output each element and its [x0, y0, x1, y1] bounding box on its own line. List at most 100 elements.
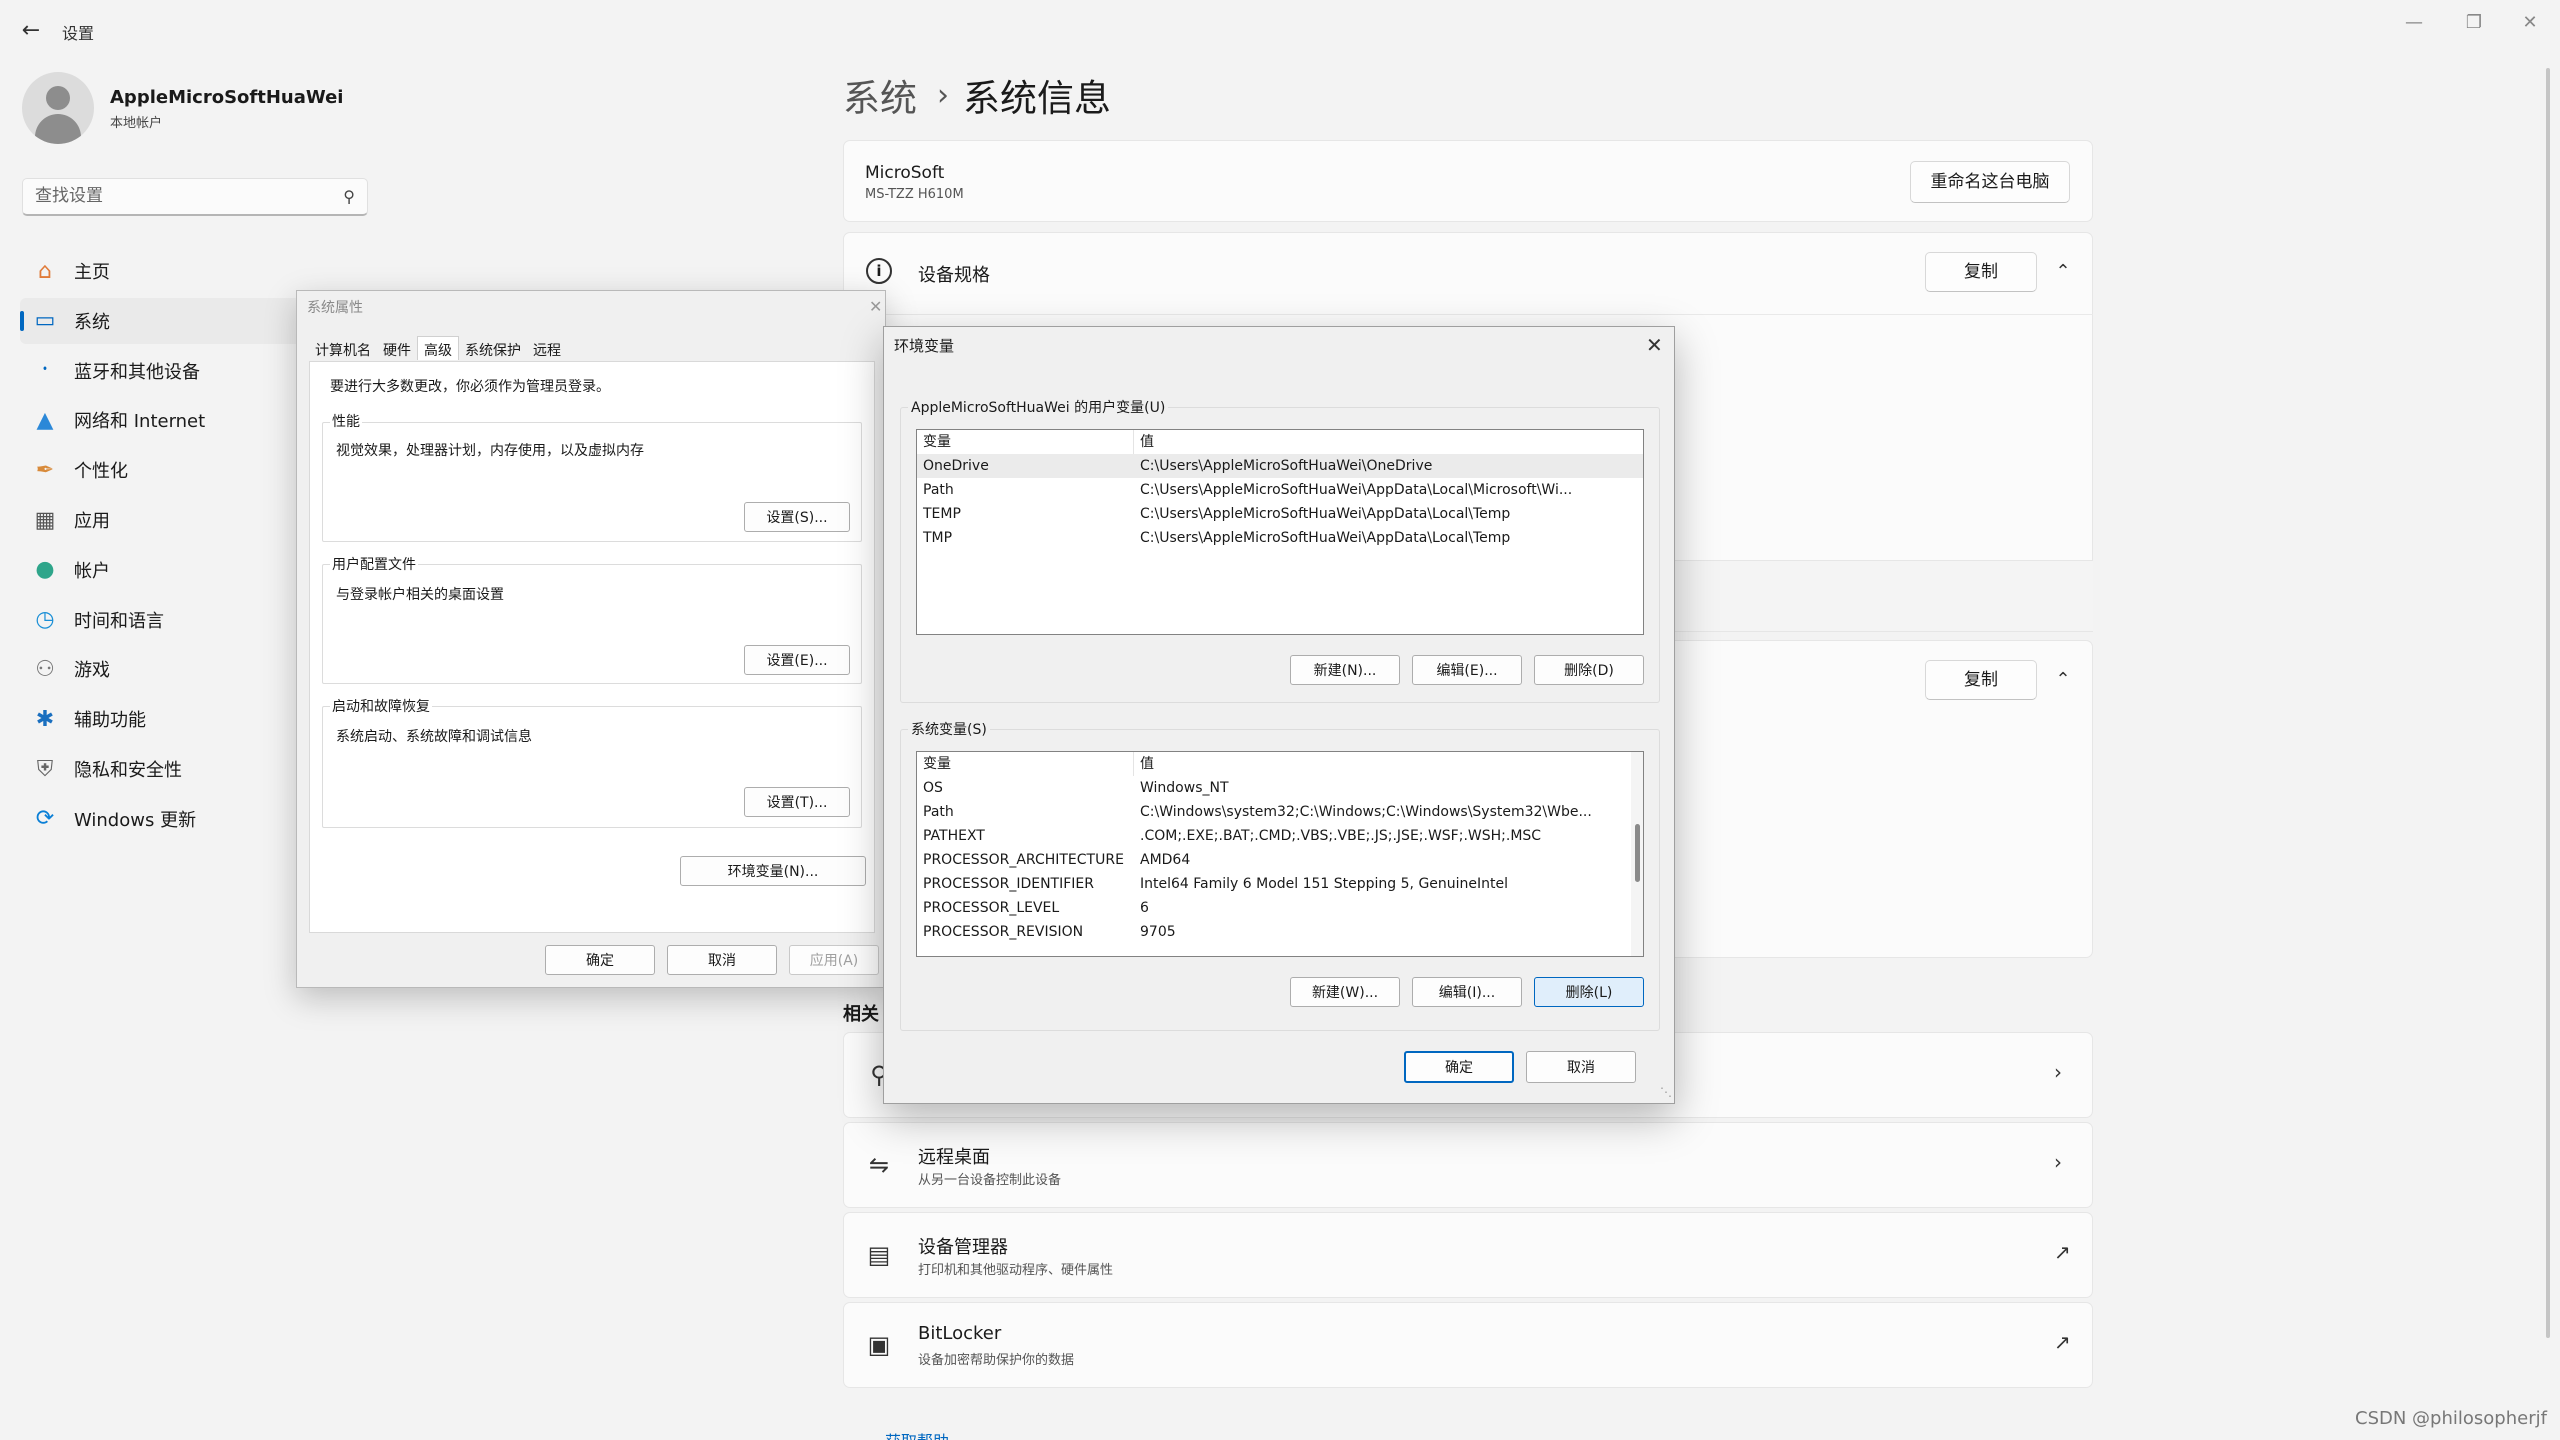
- sidebar-item[interactable]: ⌂ 主页: [20, 248, 302, 294]
- cancel-button[interactable]: 取消: [667, 945, 777, 975]
- tab[interactable]: 计算机名: [309, 339, 377, 361]
- sidebar-item[interactable]: ▭ 系统: [20, 297, 302, 344]
- list-scrollbar[interactable]: [1631, 752, 1643, 956]
- sidebar-item-label: 辅助功能: [74, 710, 146, 732]
- sidebar-item[interactable]: ✱ 辅助功能: [20, 696, 302, 742]
- close-icon[interactable]: ✕: [869, 297, 882, 316]
- close-icon[interactable]: ✕: [1646, 333, 1663, 357]
- brush-icon: ✒: [35, 457, 55, 483]
- gamepad-icon: ⚇: [35, 656, 55, 682]
- system-new-button[interactable]: 新建(W)...: [1290, 977, 1400, 1007]
- tab[interactable]: 高级: [417, 336, 459, 360]
- back-arrow-icon[interactable]: ←: [18, 18, 44, 44]
- variable-value: C:\Users\AppleMicroSoftHuaWei\AppData\Lo…: [1140, 482, 1573, 498]
- tab[interactable]: 硬件: [377, 339, 417, 361]
- environment-variables-button[interactable]: 环境变量(N)...: [680, 856, 866, 886]
- list-header: 变量 值: [917, 430, 1643, 454]
- scrollbar[interactable]: [2546, 68, 2550, 1338]
- device-manager-icon: ▤: [867, 1241, 891, 1269]
- apply-button[interactable]: 应用(A): [789, 945, 879, 975]
- system-variables-label: 系统变量(S): [908, 719, 990, 739]
- sidebar-item[interactable]: ▲ 网络和 Internet: [20, 397, 302, 443]
- table-row[interactable]: PROCESSOR_ARCHITECTURE AMD64: [917, 848, 1643, 872]
- sidebar-item[interactable]: ▦ 应用: [20, 497, 302, 543]
- dialog-title: 系统属性: [307, 300, 363, 316]
- table-row[interactable]: TEMP C:\Users\AppleMicroSoftHuaWei\AppDat…: [917, 502, 1643, 526]
- sidebar-item[interactable]: ⚇ 游戏: [20, 646, 302, 692]
- title-bar: [0, 0, 2560, 60]
- tab[interactable]: 远程: [527, 339, 567, 361]
- scrollbar-thumb[interactable]: [1635, 824, 1640, 882]
- get-help-link[interactable]: 获取帮助: [885, 1428, 949, 1440]
- search-input[interactable]: [23, 179, 323, 213]
- bitlocker-icon: ▣: [867, 1331, 891, 1359]
- table-row[interactable]: PATHEXT .COM;.EXE;.BAT;.CMD;.VBS;.VBE;.JS…: [917, 824, 1643, 848]
- copy-windows-spec-button[interactable]: 复制: [1925, 660, 2037, 700]
- sidebar-item[interactable]: ᛫ 蓝牙和其他设备: [20, 348, 302, 394]
- system-delete-button[interactable]: 删除(L): [1534, 977, 1644, 1007]
- table-row[interactable]: PROCESSOR_LEVEL 6: [917, 896, 1643, 920]
- table-row[interactable]: TMP C:\Users\AppleMicroSoftHuaWei\AppData…: [917, 526, 1643, 550]
- table-row[interactable]: PROCESSOR_IDENTIFIER Intel64 Family 6 Mod…: [917, 872, 1643, 896]
- table-row[interactable]: Path C:\Users\AppleMicroSoftHuaWei\AppDat…: [917, 478, 1643, 502]
- system-edit-button[interactable]: 编辑(I)...: [1412, 977, 1522, 1007]
- ok-button[interactable]: 确定: [545, 945, 655, 975]
- sidebar-item[interactable]: ◷ 时间和语言: [20, 597, 302, 643]
- startup-recovery-settings-button[interactable]: 设置(T)...: [744, 787, 850, 817]
- external-link-icon[interactable]: ↗: [2054, 1240, 2071, 1264]
- watermark: CSDN @philosopherjf: [2355, 1408, 2547, 1429]
- chevron-up-icon[interactable]: ⌃: [2048, 665, 2078, 695]
- related-link-title: 设备管理器: [918, 1237, 1008, 1258]
- column-value[interactable]: 值: [1134, 752, 1624, 776]
- external-link-icon[interactable]: ↗: [2054, 1330, 2071, 1354]
- column-variable[interactable]: 变量: [917, 430, 1134, 454]
- column-variable[interactable]: 变量: [917, 752, 1134, 776]
- minimize-icon[interactable]: —: [2384, 8, 2444, 38]
- cancel-button[interactable]: 取消: [1526, 1051, 1636, 1083]
- chevron-up-icon[interactable]: ⌃: [2048, 257, 2078, 287]
- sidebar-item[interactable]: ✒ 个性化: [20, 447, 302, 493]
- table-row[interactable]: Path C:\Windows\system32;C:\Windows;C:\Wi…: [917, 800, 1643, 824]
- user-profile-settings-button[interactable]: 设置(E)...: [744, 645, 850, 675]
- avatar[interactable]: [22, 72, 94, 144]
- search-icon[interactable]: ⚲: [343, 187, 355, 206]
- performance-settings-button[interactable]: 设置(S)...: [744, 502, 850, 532]
- related-link-title: 远程桌面: [918, 1147, 990, 1168]
- table-row[interactable]: PROCESSOR_REVISION 9705: [917, 920, 1643, 944]
- table-row[interactable]: OneDrive C:\Users\AppleMicroSoftHuaWei\On…: [917, 454, 1643, 478]
- column-value[interactable]: 值: [1134, 430, 1624, 454]
- startup-recovery-label: 启动和故障恢复: [330, 696, 432, 716]
- variable-name: PROCESSOR_IDENTIFIER: [923, 876, 1094, 892]
- system-variables-list[interactable]: 变量 值 OS Windows_NT Path C:\Windows\system32…: [916, 751, 1644, 957]
- user-variables-list[interactable]: 变量 值 OneDrive C:\Users\AppleMicroSoftHuaW…: [916, 429, 1644, 635]
- chevron-right-icon[interactable]: ›: [2054, 1150, 2062, 1174]
- user-new-button[interactable]: 新建(N)...: [1290, 655, 1400, 685]
- restore-icon[interactable]: ❐: [2444, 8, 2504, 38]
- close-icon[interactable]: ✕: [2500, 8, 2560, 38]
- breadcrumb-parent[interactable]: 系统: [843, 68, 917, 122]
- resize-grip-icon[interactable]: ⋱: [1660, 1085, 1672, 1099]
- sidebar-item[interactable]: ● 帐户: [20, 547, 302, 593]
- account-type: 本地帐户: [110, 116, 163, 131]
- rename-pc-button[interactable]: 重命名这台电脑: [1910, 161, 2070, 203]
- user-delete-button[interactable]: 删除(D): [1534, 655, 1644, 685]
- tab[interactable]: 系统保护: [459, 339, 527, 361]
- system-icon: ▭: [34, 308, 56, 334]
- sidebar-item[interactable]: ⛨ 隐私和安全性: [20, 746, 302, 792]
- tab-bar: 计算机名 硬件 高级 系统保护 远程: [309, 336, 567, 361]
- related-link-card[interactable]: [843, 1302, 2093, 1388]
- related-link-card[interactable]: [843, 1212, 2093, 1298]
- variable-name: PROCESSOR_ARCHITECTURE: [923, 852, 1124, 868]
- copy-spec-button[interactable]: 复制: [1925, 252, 2037, 292]
- ok-button[interactable]: 确定: [1404, 1051, 1514, 1083]
- chevron-right-icon[interactable]: ›: [2054, 1060, 2062, 1084]
- sidebar-item-label: 蓝牙和其他设备: [74, 361, 200, 383]
- variable-name: PATHEXT: [923, 828, 985, 844]
- search-box[interactable]: ⚲: [22, 178, 368, 216]
- dialog-title: 环境变量: [894, 337, 955, 355]
- related-link-subtitle: 设备加密帮助保护你的数据: [918, 1353, 1075, 1368]
- user-edit-button[interactable]: 编辑(E)...: [1412, 655, 1522, 685]
- table-row[interactable]: OS Windows_NT: [917, 776, 1643, 800]
- sidebar-item[interactable]: ⟳ Windows 更新: [20, 796, 302, 842]
- related-link-card[interactable]: [843, 1122, 2093, 1208]
